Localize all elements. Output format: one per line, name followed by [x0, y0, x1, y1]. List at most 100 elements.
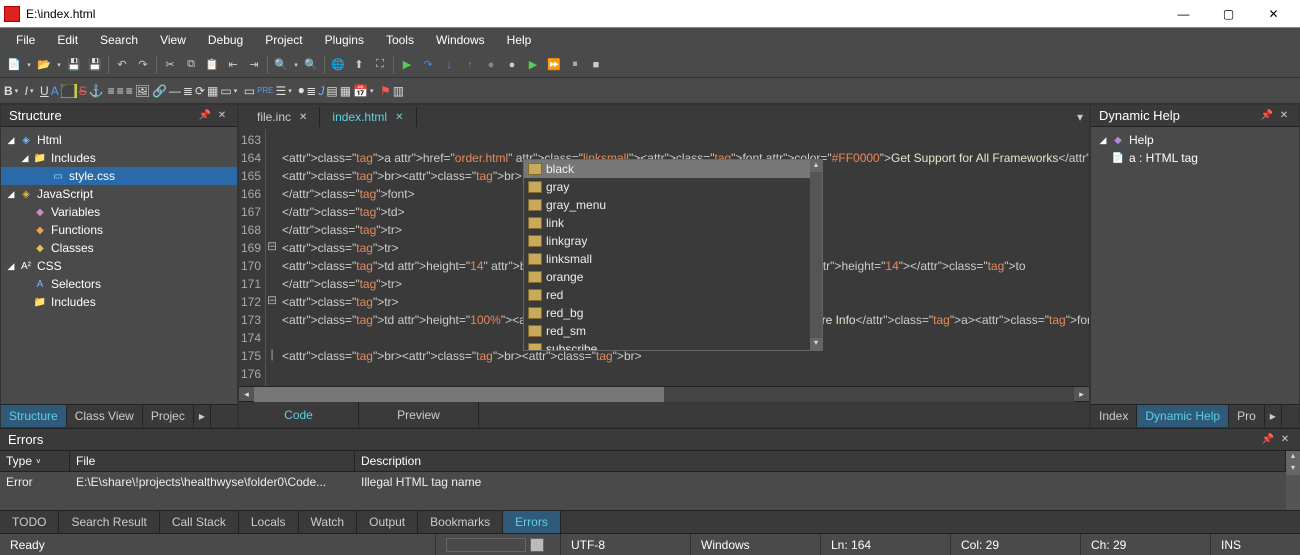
menu-search[interactable]: Search [90, 30, 148, 50]
anchor-icon[interactable]: ⚓ [89, 84, 104, 98]
tree-item-stylecss[interactable]: ▭style.css [1, 167, 237, 185]
status-encoding[interactable]: UTF-8 [560, 534, 690, 555]
menu-plugins[interactable]: Plugins [315, 30, 374, 50]
image-icon[interactable]: 🖼 [135, 84, 150, 98]
error-row[interactable]: Error E:\E\share\!projects\healthwyse\fo… [0, 472, 1286, 492]
list-dropdown-icon[interactable]: ▾ [288, 87, 296, 95]
italic-icon[interactable]: I [25, 84, 28, 98]
help-root[interactable]: ◢◆Help [1091, 131, 1299, 149]
tree-item-functions[interactable]: ◆Functions [1, 221, 237, 239]
autocomplete-item[interactable]: red_bg [524, 304, 810, 322]
scroll-up-icon[interactable]: ▴ [810, 160, 822, 172]
publish-icon[interactable]: ⬆ [349, 55, 369, 75]
autocomplete-item[interactable]: black [524, 160, 810, 178]
save-all-icon[interactable]: 💾 [85, 55, 105, 75]
find-dropdown-icon[interactable]: ▾ [292, 55, 300, 75]
tabs-dropdown-icon[interactable]: ▾ [1071, 110, 1089, 124]
tab-scroll-right-icon[interactable]: ▸ [194, 405, 211, 427]
font-icon[interactable]: A [51, 84, 59, 98]
redo-icon[interactable]: ↷ [133, 55, 153, 75]
pre-icon[interactable]: PRE [257, 86, 273, 95]
run-icon[interactable]: ▶ [397, 55, 417, 75]
div-icon[interactable]: ▭ [220, 84, 231, 98]
step-out-icon[interactable]: ↑ [460, 55, 480, 75]
tree-item-css[interactable]: ◢A²CSS [1, 257, 237, 275]
tree-item-classes[interactable]: ◆Classes [1, 239, 237, 257]
link-icon[interactable]: 🔗 [152, 84, 167, 98]
close-button[interactable]: ✕ [1251, 0, 1296, 28]
editor-tab-indexhtml[interactable]: index.html✕ [320, 107, 416, 127]
comment-icon[interactable]: ≣ [183, 84, 193, 98]
tree-item-selectors[interactable]: ASelectors [1, 275, 237, 293]
style-icon[interactable]: ▤ [326, 84, 337, 98]
panel-close-icon[interactable]: ✕ [1277, 109, 1291, 123]
copy-icon[interactable]: ⧉ [181, 55, 201, 75]
menu-debug[interactable]: Debug [198, 30, 253, 50]
find-icon[interactable]: 🔍 [271, 55, 291, 75]
tree-item-variables[interactable]: ◆Variables [1, 203, 237, 221]
tab-call-stack[interactable]: Call Stack [160, 511, 239, 533]
save-icon[interactable]: 💾 [64, 55, 84, 75]
scrollbar-thumb[interactable] [254, 387, 664, 402]
script-icon[interactable]: J [318, 84, 324, 98]
open-icon[interactable]: 📂 [34, 55, 54, 75]
tab-watch[interactable]: Watch [299, 511, 358, 533]
ol-icon[interactable]: ⦁ [298, 83, 304, 98]
italic-dropdown-icon[interactable]: ▾ [30, 87, 38, 95]
tab-project[interactable]: Projec [143, 405, 194, 427]
pin-icon[interactable]: 📌 [1260, 109, 1274, 123]
maximize-button[interactable]: ▢ [1206, 0, 1251, 28]
tree-item-css-includes[interactable]: 📁Includes [1, 293, 237, 311]
div-dropdown-icon[interactable]: ▾ [234, 87, 242, 95]
indent-right-icon[interactable]: ⇥ [244, 55, 264, 75]
help-item-a-tag[interactable]: 📄a : HTML tag [1091, 149, 1299, 167]
close-tab-icon[interactable]: ✕ [395, 112, 403, 123]
new-dropdown-icon[interactable]: ▾ [25, 55, 33, 75]
paste-icon[interactable]: 📋 [202, 55, 222, 75]
date-icon[interactable]: 📅 [353, 84, 368, 98]
autocomplete-item[interactable]: gray_menu [524, 196, 810, 214]
editor-tab-fileinc[interactable]: file.inc✕ [245, 107, 320, 127]
open-dropdown-icon[interactable]: ▾ [55, 55, 63, 75]
pause-icon[interactable]: ⏸ [565, 55, 585, 75]
table-icon[interactable]: ▦ [207, 84, 218, 98]
window-icon[interactable]: ▥ [393, 84, 404, 98]
menu-file[interactable]: File [6, 30, 45, 50]
underline-icon[interactable]: U [40, 84, 49, 98]
view-tab-preview[interactable]: Preview [359, 402, 479, 427]
continue-icon[interactable]: ▶ [523, 55, 543, 75]
autocomplete-item[interactable]: gray [524, 178, 810, 196]
scroll-right-icon[interactable]: ▸ [1074, 387, 1089, 402]
col-description[interactable]: Description [355, 451, 1286, 471]
bold-dropdown-icon[interactable]: ▾ [15, 87, 23, 95]
flag-icon[interactable]: ⚑ [380, 84, 391, 98]
autocomplete-scrollbar[interactable]: ▴ ▾ [810, 160, 822, 350]
cut-icon[interactable]: ✂ [160, 55, 180, 75]
panel-close-icon[interactable]: ✕ [215, 109, 229, 123]
autocomplete-item[interactable]: red [524, 286, 810, 304]
panel-close-icon[interactable]: ✕ [1278, 433, 1292, 447]
pin-icon[interactable]: 📌 [1261, 433, 1275, 447]
step-over-icon[interactable]: ↷ [418, 55, 438, 75]
dl-icon[interactable]: ≣ [306, 84, 316, 98]
editor-hscrollbar[interactable]: ◂ ▸ [239, 386, 1089, 401]
tab-output[interactable]: Output [357, 511, 418, 533]
tab-errors[interactable]: Errors [503, 511, 561, 533]
stop-icon[interactable]: ● [502, 55, 522, 75]
tree-item-javascript[interactable]: ◢◈JavaScript [1, 185, 237, 203]
menu-help[interactable]: Help [497, 30, 542, 50]
browser-icon[interactable]: 🌐 [328, 55, 348, 75]
date-dropdown-icon[interactable]: ▾ [370, 87, 378, 95]
tab-classview[interactable]: Class View [67, 405, 143, 427]
autocomplete-item[interactable]: orange [524, 268, 810, 286]
bold-icon[interactable]: B [4, 84, 13, 98]
tab-todo[interactable]: TODO [0, 511, 59, 533]
breakpoint-icon[interactable]: ● [481, 55, 501, 75]
autocomplete-item[interactable]: linksmall [524, 250, 810, 268]
zoom-slider[interactable] [530, 538, 544, 552]
col-file[interactable]: File [70, 451, 355, 471]
align-right-icon[interactable]: ≡ [126, 84, 133, 98]
scroll-down-icon[interactable]: ▾ [810, 338, 822, 350]
autocomplete-item[interactable]: linkgray [524, 232, 810, 250]
scroll-down-icon[interactable]: ▾ [1286, 463, 1300, 475]
